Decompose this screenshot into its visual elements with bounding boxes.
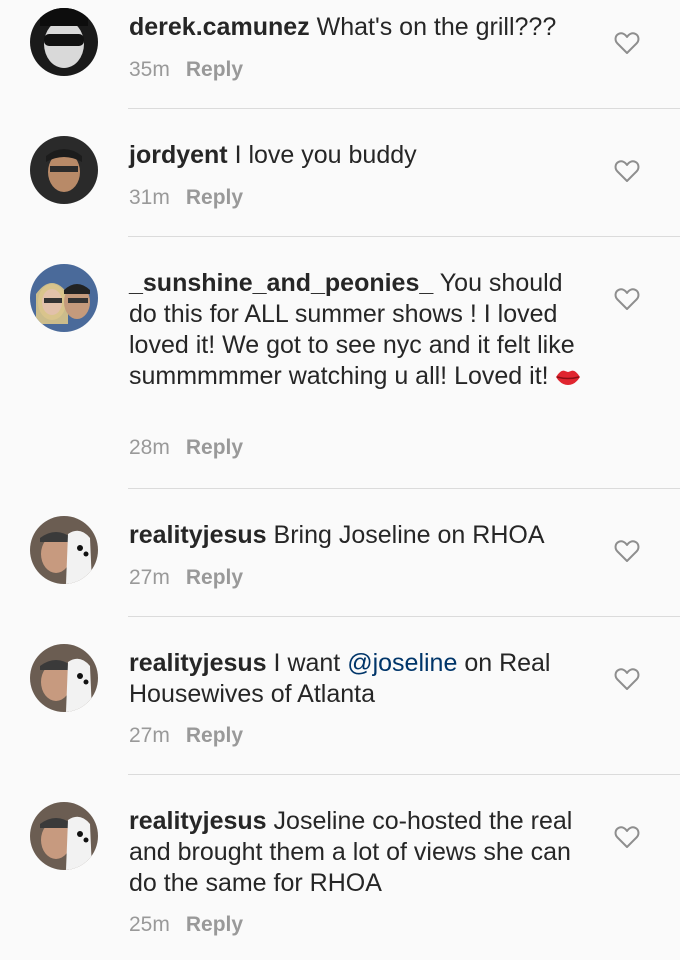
comment-text: What's on the grill??? [316, 13, 557, 41]
comment-item: realityjesus I want @joseline on Real Ho… [0, 618, 680, 776]
reply-button[interactable]: Reply [186, 566, 243, 589]
heart-outline-icon[interactable] [614, 667, 640, 691]
heart-outline-icon[interactable] [614, 31, 640, 55]
comment-body: _sunshine_and_peonies_ You should do thi… [129, 268, 589, 392]
comment-divider [128, 108, 680, 109]
comment-divider [128, 774, 680, 775]
heart-outline-icon[interactable] [614, 159, 640, 183]
comment-item: _sunshine_and_peonies_ You should do thi… [0, 238, 680, 490]
comment-item: realityjesus Joseline co-hosted the real… [0, 776, 680, 960]
comment-username[interactable]: realityjesus [129, 807, 267, 835]
heart-outline-icon[interactable] [614, 539, 640, 563]
comment-time: 25m [129, 913, 170, 936]
comment-body: realityjesus I want @joseline on Real Ho… [129, 648, 589, 710]
reply-button[interactable]: Reply [186, 436, 243, 459]
comment-text: I love you buddy [234, 141, 417, 169]
comment-body: derek.camunez What's on the grill??? [129, 12, 589, 43]
reply-button[interactable]: Reply [186, 913, 243, 936]
comment-username[interactable]: _sunshine_and_peonies_ [129, 269, 433, 297]
comment-divider [128, 616, 680, 617]
comment-meta: 35m Reply [129, 58, 243, 82]
reply-button[interactable]: Reply [186, 724, 243, 747]
comment-divider [128, 488, 680, 489]
mention-link[interactable]: @joseline [347, 649, 457, 677]
comment-item: jordyent I love you buddy 31m Reply [0, 110, 680, 238]
comment-time: 28m [129, 436, 170, 459]
avatar[interactable] [30, 136, 98, 204]
comment-body: realityjesus Bring Joseline on RHOA [129, 520, 589, 551]
comment-username[interactable]: realityjesus [129, 649, 267, 677]
reply-button[interactable]: Reply [186, 186, 243, 209]
avatar[interactable] [30, 516, 98, 584]
comment-time: 35m [129, 58, 170, 81]
comment-meta: 25m Reply [129, 913, 243, 937]
comment-item: realityjesus Bring Joseline on RHOA 27m R… [0, 490, 680, 618]
comment-text: I want [273, 649, 341, 677]
comment-body: realityjesus Joseline co-hosted the real… [129, 806, 589, 899]
comment-username[interactable]: jordyent [129, 141, 228, 169]
comment-time: 31m [129, 186, 170, 209]
comment-text: Bring Joseline on RHOA [273, 521, 545, 549]
avatar[interactable] [30, 8, 98, 76]
comment-meta: 31m Reply [129, 186, 243, 210]
comment-time: 27m [129, 566, 170, 589]
avatar[interactable] [30, 802, 98, 870]
heart-outline-icon[interactable] [614, 287, 640, 311]
comment-divider [128, 236, 680, 237]
heart-outline-icon[interactable] [614, 825, 640, 849]
comment-meta: 27m Reply [129, 724, 243, 748]
comment-body: jordyent I love you buddy [129, 140, 589, 171]
comment-time: 27m [129, 724, 170, 747]
comment-username[interactable]: realityjesus [129, 521, 267, 549]
avatar[interactable] [30, 644, 98, 712]
avatar[interactable] [30, 264, 98, 332]
comment-meta: 28m Reply [129, 436, 243, 460]
comment-item: derek.camunez What's on the grill??? 35m… [0, 0, 680, 110]
reply-button[interactable]: Reply [186, 58, 243, 81]
comment-meta: 27m Reply [129, 566, 243, 590]
kiss-lips-icon [555, 370, 580, 386]
comment-username[interactable]: derek.camunez [129, 13, 310, 41]
